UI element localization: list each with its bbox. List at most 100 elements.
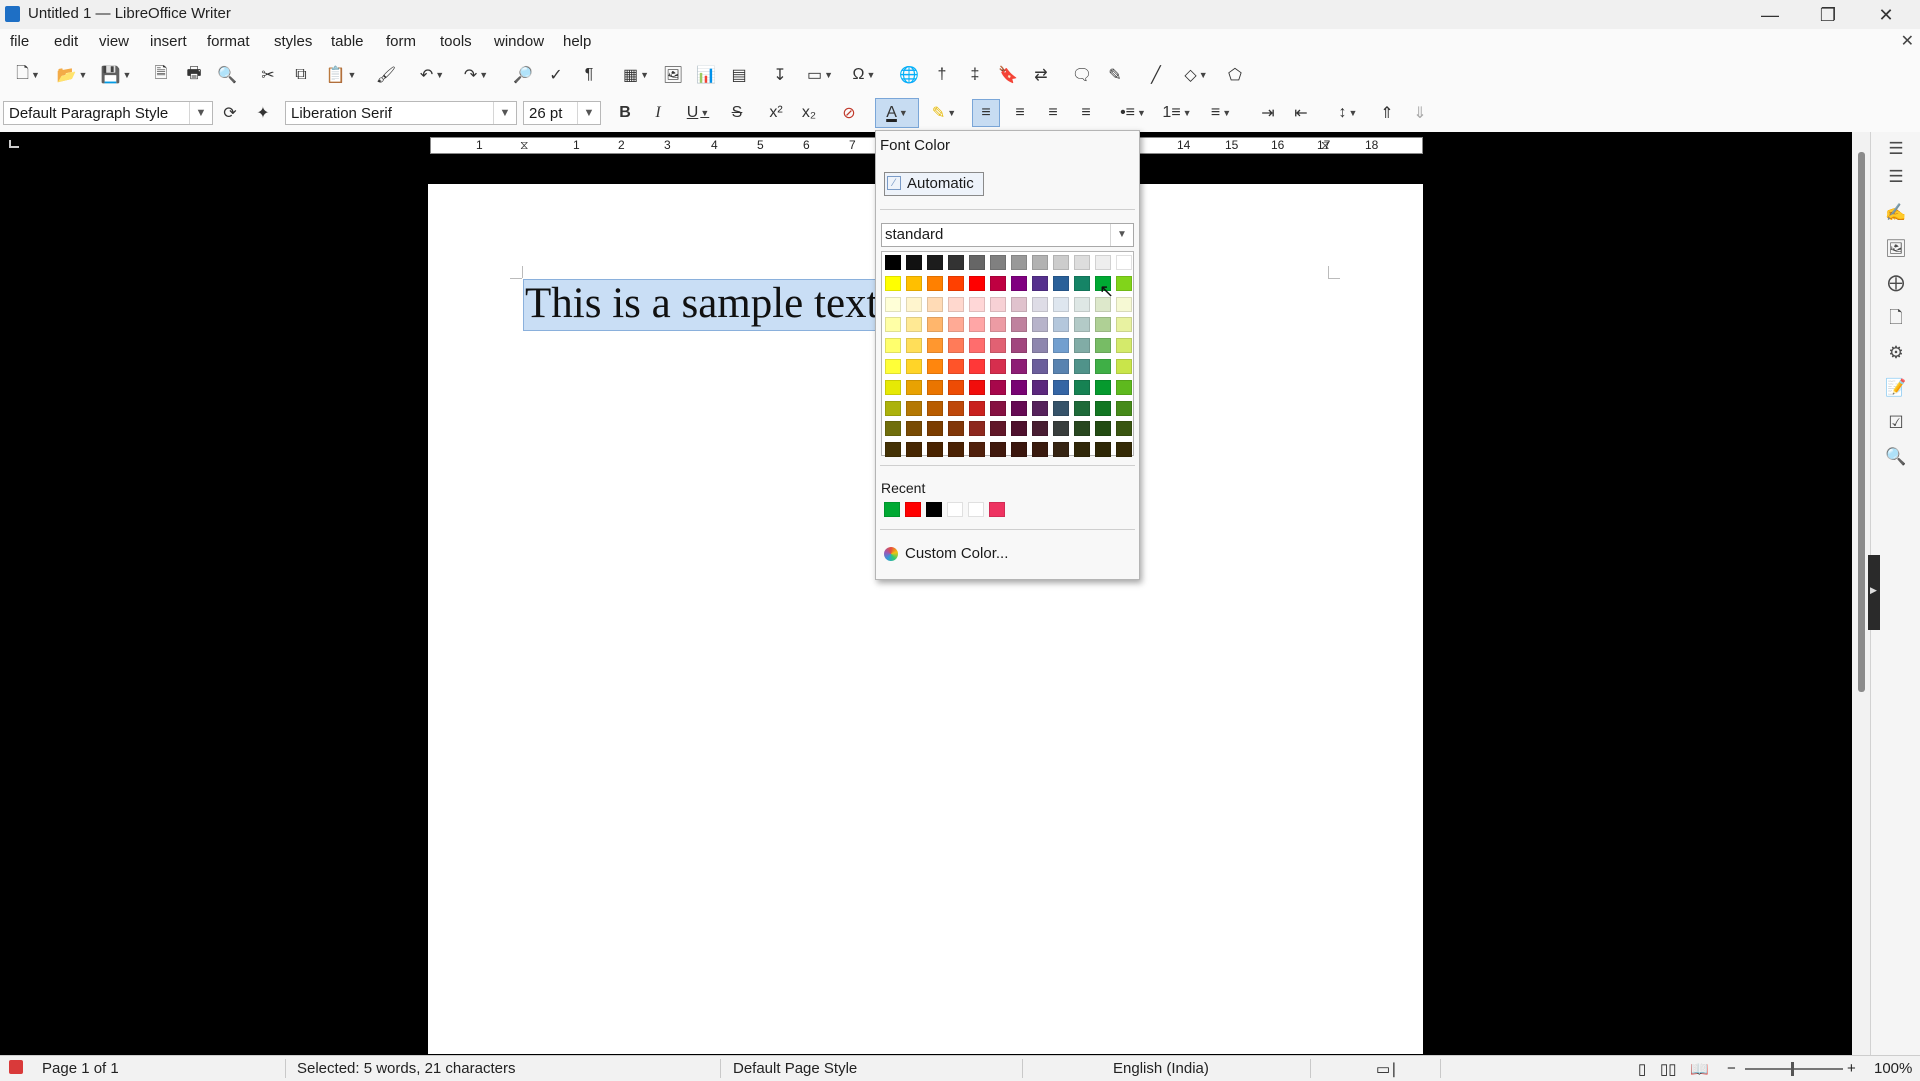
color-swatch[interactable] bbox=[990, 317, 1006, 333]
color-swatch[interactable] bbox=[1011, 379, 1027, 395]
print-preview-icon[interactable]: 🔍 bbox=[214, 62, 240, 88]
zoom-level[interactable]: 100% bbox=[1874, 1060, 1912, 1077]
color-swatch[interactable] bbox=[1095, 317, 1111, 333]
color-swatch[interactable] bbox=[969, 359, 985, 374]
undo-icon[interactable]: ↶ ▼ bbox=[412, 62, 452, 88]
recent-color-swatch[interactable] bbox=[926, 502, 942, 517]
color-swatch[interactable] bbox=[906, 442, 922, 458]
clear-formatting-icon[interactable]: ⊘ bbox=[836, 100, 862, 126]
color-swatch[interactable] bbox=[906, 359, 922, 374]
color-swatch[interactable] bbox=[885, 317, 901, 333]
update-style-icon[interactable]: ⟳ bbox=[217, 100, 243, 126]
color-swatch[interactable] bbox=[1074, 317, 1090, 333]
subscript-icon[interactable]: x₂ bbox=[796, 100, 822, 126]
color-swatch[interactable] bbox=[990, 421, 1006, 437]
align-left-icon[interactable]: ≡ bbox=[972, 99, 1000, 127]
color-swatch[interactable] bbox=[1095, 379, 1111, 395]
color-swatch[interactable] bbox=[885, 296, 901, 312]
menu-format[interactable]: format bbox=[207, 33, 250, 50]
color-swatch[interactable] bbox=[969, 317, 985, 333]
color-swatch[interactable] bbox=[885, 255, 901, 270]
strikethrough-icon[interactable]: S bbox=[724, 100, 750, 126]
color-swatch[interactable] bbox=[1053, 359, 1069, 374]
zoom-slider-handle[interactable] bbox=[1791, 1062, 1794, 1076]
menu-tools[interactable]: tools bbox=[440, 33, 472, 50]
palette-select[interactable]: standard ▼ bbox=[881, 223, 1134, 247]
color-swatch[interactable] bbox=[948, 296, 964, 312]
color-swatch[interactable] bbox=[906, 421, 922, 437]
menu-file[interactable]: file bbox=[10, 33, 29, 50]
font-name-combo[interactable]: Liberation Serif ▼ bbox=[285, 101, 517, 125]
color-swatch[interactable] bbox=[1074, 359, 1090, 374]
color-swatch[interactable] bbox=[1011, 359, 1027, 374]
increase-indent-icon[interactable]: ⇥ bbox=[1255, 100, 1281, 126]
chevron-down-icon[interactable]: ▼ bbox=[189, 102, 212, 124]
hyperlink-icon[interactable]: 🌐 bbox=[896, 62, 922, 88]
left-indent-marker-icon[interactable]: ⧖ bbox=[520, 138, 528, 153]
color-swatch[interactable] bbox=[906, 338, 922, 354]
color-swatch[interactable] bbox=[885, 359, 901, 374]
color-swatch[interactable] bbox=[1095, 442, 1111, 458]
color-swatch[interactable] bbox=[990, 442, 1006, 458]
color-swatch[interactable] bbox=[927, 442, 943, 458]
color-swatch[interactable] bbox=[1074, 400, 1090, 416]
color-swatch[interactable] bbox=[1053, 317, 1069, 333]
color-swatch[interactable] bbox=[990, 255, 1006, 270]
color-swatch[interactable] bbox=[927, 317, 943, 333]
color-swatch[interactable] bbox=[948, 379, 964, 395]
decrease-paragraph-spacing-icon[interactable]: ⇓ bbox=[1407, 100, 1433, 126]
increase-paragraph-spacing-icon[interactable]: ⇑ bbox=[1374, 100, 1400, 126]
color-swatch[interactable] bbox=[1074, 379, 1090, 395]
comment-icon[interactable]: 🗨 bbox=[1069, 62, 1095, 88]
insert-table-icon[interactable]: ▦ ▼ bbox=[616, 62, 656, 88]
font-size-combo[interactable]: 26 pt ▼ bbox=[523, 101, 601, 125]
footnote-icon[interactable]: † bbox=[929, 62, 955, 88]
color-swatch[interactable] bbox=[969, 400, 985, 416]
color-swatch[interactable] bbox=[990, 338, 1006, 354]
menu-table[interactable]: table bbox=[331, 33, 364, 50]
book-view-icon[interactable]: 📖 bbox=[1690, 1060, 1709, 1078]
color-swatch[interactable] bbox=[885, 338, 901, 354]
insert-image-icon[interactable]: 🖼 bbox=[660, 62, 686, 88]
navigator-icon[interactable]: ⨁ bbox=[1885, 272, 1907, 294]
color-swatch[interactable] bbox=[1032, 379, 1048, 395]
recent-color-swatch[interactable] bbox=[989, 502, 1005, 517]
color-swatch[interactable] bbox=[1032, 317, 1048, 333]
basic-shapes-icon[interactable]: ◇ ▼ bbox=[1176, 62, 1216, 88]
color-swatch[interactable] bbox=[1053, 442, 1069, 458]
color-swatch[interactable] bbox=[948, 400, 964, 416]
color-swatch[interactable] bbox=[969, 296, 985, 312]
sidebar-menu-icon[interactable]: ☰ bbox=[1885, 138, 1907, 160]
color-swatch[interactable] bbox=[1053, 255, 1069, 270]
cut-icon[interactable]: ✂ bbox=[255, 62, 281, 88]
color-swatch[interactable] bbox=[1053, 400, 1069, 416]
color-swatch[interactable] bbox=[1032, 442, 1048, 458]
color-swatch[interactable] bbox=[1074, 255, 1090, 270]
align-right-icon[interactable]: ≡ bbox=[1040, 100, 1066, 126]
close-document-icon[interactable]: ✕ bbox=[1901, 31, 1914, 51]
color-swatch[interactable] bbox=[990, 359, 1006, 374]
menu-view[interactable]: view bbox=[99, 33, 129, 50]
color-swatch[interactable] bbox=[969, 421, 985, 437]
color-swatch[interactable] bbox=[1116, 317, 1132, 333]
formatting-marks-icon[interactable]: ¶ bbox=[576, 62, 602, 88]
export-pdf-icon[interactable]: 🗎 bbox=[148, 62, 174, 88]
color-swatch[interactable] bbox=[1032, 255, 1048, 270]
color-swatch[interactable] bbox=[1074, 296, 1090, 312]
color-swatch[interactable] bbox=[948, 359, 964, 374]
color-swatch[interactable] bbox=[990, 296, 1006, 312]
color-swatch[interactable] bbox=[948, 421, 964, 437]
page-count[interactable]: Page 1 of 1 bbox=[42, 1060, 119, 1077]
save-icon[interactable]: 💾 ▼ bbox=[96, 62, 136, 88]
color-swatch[interactable] bbox=[1116, 400, 1132, 416]
color-swatch[interactable] bbox=[906, 379, 922, 395]
multi-page-view-icon[interactable]: ▯▯ bbox=[1660, 1060, 1677, 1078]
zoom-out-icon[interactable]: − bbox=[1727, 1060, 1736, 1077]
scrollbar-thumb[interactable] bbox=[1858, 152, 1865, 692]
style-inspector-icon[interactable]: ⚙ bbox=[1885, 342, 1907, 364]
sidebar-collapse-handle[interactable]: ▶ bbox=[1868, 555, 1880, 630]
properties-icon[interactable]: ☰ bbox=[1885, 166, 1907, 188]
chevron-down-icon[interactable]: ▼ bbox=[577, 102, 600, 124]
open-folder-icon[interactable]: 📂 ▼ bbox=[52, 62, 92, 88]
right-indent-marker-icon[interactable]: ⧖ bbox=[1321, 138, 1329, 153]
